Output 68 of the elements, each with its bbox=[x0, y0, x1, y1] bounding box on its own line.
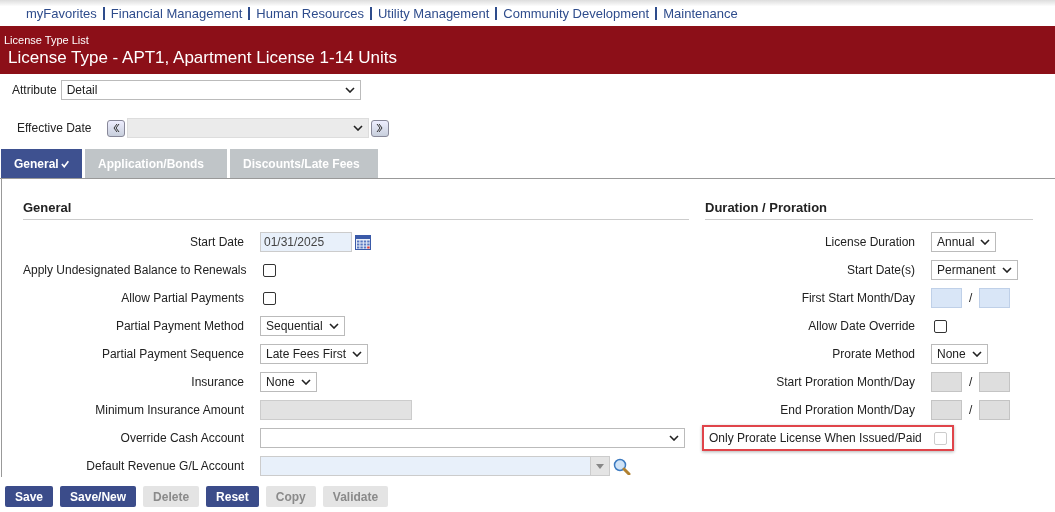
caret-icon bbox=[328, 323, 339, 329]
caret-icon bbox=[344, 87, 355, 93]
caret-icon bbox=[353, 125, 364, 131]
dropdown[interactable]: Sequential bbox=[260, 316, 345, 336]
month-field[interactable] bbox=[931, 288, 962, 308]
nav-link[interactable]: Financial Management bbox=[110, 5, 243, 21]
caret-icon bbox=[971, 351, 982, 357]
nav-link[interactable]: Community Development bbox=[503, 5, 650, 21]
dropdown[interactable] bbox=[260, 428, 685, 448]
nav-link[interactable]: Utility Management bbox=[378, 5, 490, 21]
breadcrumb-link[interactable]: License Type List bbox=[4, 34, 1055, 46]
calendar-icon[interactable] bbox=[355, 234, 371, 250]
caret-icon bbox=[300, 379, 311, 385]
field-label: Default Revenue G/L Account bbox=[85, 459, 244, 473]
field-label: License Duration bbox=[823, 235, 915, 249]
field-label: Start Date(s) bbox=[846, 263, 915, 277]
field-label: Start Proration Month/Day bbox=[775, 375, 915, 389]
section-heading: Duration / Proration bbox=[705, 200, 1033, 220]
date-field[interactable]: 01/31/2025 bbox=[260, 232, 352, 252]
double-chevron-left-icon bbox=[112, 123, 121, 133]
lookup-field[interactable] bbox=[260, 456, 610, 476]
checkbox[interactable] bbox=[934, 319, 947, 333]
field-label: Insurance bbox=[190, 375, 244, 389]
field-label: First Start Month/Day bbox=[800, 291, 915, 305]
field-label: Override Cash Account bbox=[119, 431, 244, 445]
field-label: Start Date bbox=[188, 235, 244, 249]
field-label: Minimum Insurance Amount bbox=[94, 403, 244, 417]
field-label: Apply Undesignated Balance to Renewals bbox=[23, 263, 244, 277]
field-label: Allow Date Override bbox=[807, 319, 915, 333]
previous-button[interactable] bbox=[107, 119, 126, 137]
next-button[interactable] bbox=[371, 119, 390, 137]
caret-icon bbox=[980, 239, 991, 245]
field-label: Effective Date bbox=[17, 121, 92, 135]
nav-link[interactable]: Maintenance bbox=[663, 5, 738, 21]
separator-text: / bbox=[969, 375, 973, 389]
tab[interactable]: General bbox=[1, 149, 82, 178]
action-button[interactable]: Save bbox=[5, 486, 54, 507]
field-label: End Proration Month/Day bbox=[779, 403, 915, 417]
caret-icon bbox=[596, 463, 604, 469]
checkbox[interactable] bbox=[263, 291, 276, 305]
dropdown[interactable]: Detail bbox=[60, 80, 361, 100]
section-heading: General bbox=[23, 200, 689, 220]
double-chevron-right-icon bbox=[376, 123, 385, 133]
dropdown[interactable]: None bbox=[931, 344, 988, 364]
separator-text: / bbox=[969, 403, 973, 417]
checkbox[interactable] bbox=[263, 263, 276, 277]
dropdown[interactable]: Annual bbox=[931, 232, 997, 252]
search-icon[interactable] bbox=[613, 457, 631, 475]
field-label: Prorate Method bbox=[831, 347, 915, 361]
day-field[interactable] bbox=[979, 288, 1011, 308]
nav-link[interactable]: myFavorites bbox=[26, 5, 97, 21]
nav-link[interactable]: Human Resources bbox=[256, 5, 364, 21]
field-label: Partial Payment Method bbox=[114, 319, 244, 333]
field-label: Partial Payment Sequence bbox=[100, 347, 244, 361]
check-icon bbox=[60, 159, 69, 168]
separator-text: / bbox=[969, 291, 973, 305]
field-label: Attribute bbox=[12, 83, 57, 97]
dropdown[interactable]: Permanent bbox=[931, 260, 1018, 280]
caret-icon bbox=[352, 351, 363, 357]
dropdown[interactable]: Late Fees First bbox=[260, 344, 369, 364]
dropdown[interactable]: None bbox=[260, 372, 317, 392]
field-label: Allow Partial Payments bbox=[120, 291, 244, 305]
page-title: License Type - APT1, Apartment License 1-14 Units bbox=[8, 48, 398, 68]
action-button[interactable]: Reset bbox=[206, 486, 259, 507]
action-button[interactable]: Save/New bbox=[60, 486, 137, 507]
field-label: Only Prorate License When Issued/Paid bbox=[708, 431, 923, 445]
caret-icon bbox=[669, 435, 679, 441]
caret-icon bbox=[1001, 267, 1012, 273]
